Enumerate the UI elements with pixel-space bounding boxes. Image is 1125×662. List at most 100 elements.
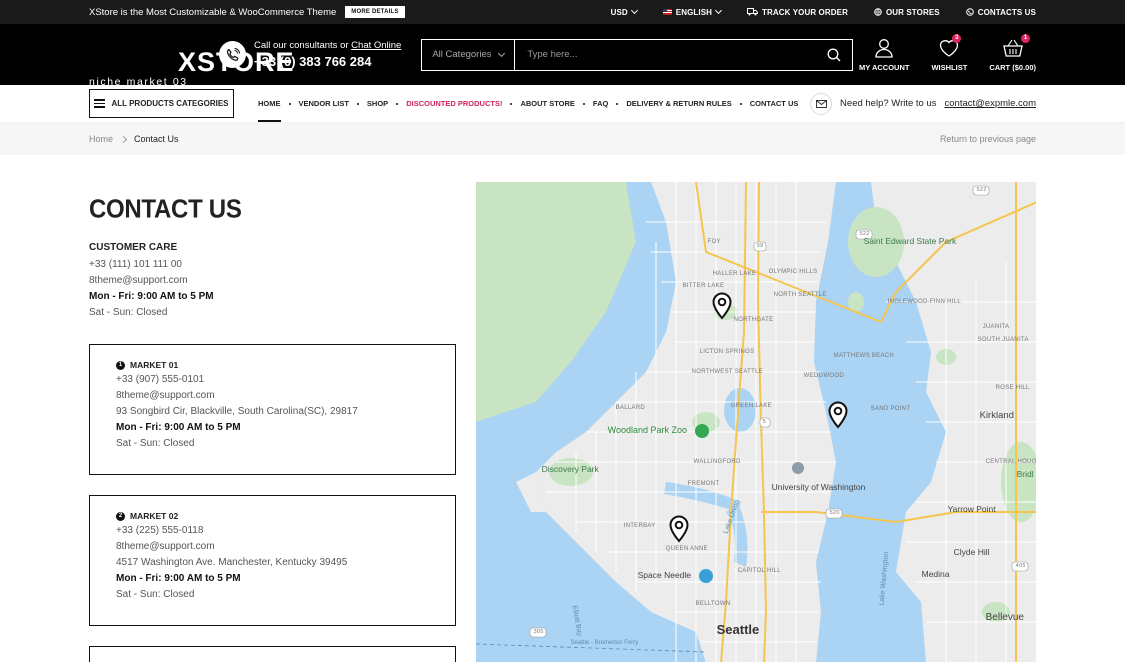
flag-icon [662, 9, 672, 15]
map-pin-icon[interactable] [711, 292, 733, 320]
market-address: 93 Songbird Cir, Blackville, South Carol… [116, 406, 358, 417]
map-label: WALLINGFORD [693, 459, 741, 465]
market-number-badge: 1 [116, 360, 125, 370]
care-email[interactable]: 8theme@support.com [89, 273, 456, 289]
map-label: INTERBAY [623, 523, 656, 529]
search-bar: All Categories [421, 38, 854, 71]
map-label: Medina [921, 569, 950, 579]
page-title: CONTACT US [89, 194, 242, 225]
wishlist-label: WISHLIST [931, 62, 968, 72]
map-label: FREMONT [687, 481, 720, 487]
search-input[interactable] [515, 39, 817, 70]
nav-item-home[interactable]: HOME [252, 85, 287, 122]
map-label: Space Needle [637, 570, 692, 580]
map-label: FOY [707, 239, 721, 245]
language-label: ENGLISH [675, 7, 713, 17]
market-email[interactable]: 8theme@support.com [116, 539, 429, 555]
search-category-select[interactable]: All Categories [422, 39, 516, 70]
market-title: MARKET 02 [130, 511, 179, 521]
map-label: CAPITOL HILL [737, 568, 781, 574]
market-weekend: Sat - Sun: Closed [116, 438, 195, 449]
logo[interactable]: XSTORE niche market 03 [89, 22, 294, 88]
search-category-label: All Categories [432, 49, 492, 60]
map-route-shield: 522 [976, 187, 987, 193]
consult-text: Call our consultants or [254, 40, 349, 51]
nav-item-faq[interactable]: FAQ [587, 85, 614, 122]
all-categories-button[interactable]: ALL PRODUCTS CATEGORIES [89, 89, 234, 118]
map-label: Bridl Trai State [1016, 469, 1036, 479]
market-phone[interactable]: +33 (907) 555-0101 [116, 372, 429, 388]
map-pin-icon[interactable] [668, 515, 690, 543]
market-number-badge: 2 [116, 511, 125, 521]
cart-count-badge: 1 [1021, 33, 1030, 43]
return-previous-link[interactable]: Return to previous page [940, 134, 1036, 144]
track-order-label: TRACK YOUR ORDER [762, 7, 848, 17]
cart-label: CART ($0.00) [989, 62, 1036, 72]
currency-label: USD [610, 7, 628, 17]
our-stores-label: OUR STORES [885, 7, 940, 17]
wishlist-button[interactable]: 3 WISHLIST [931, 33, 968, 72]
track-order-link[interactable]: TRACK YOUR ORDER [747, 8, 848, 17]
market-title: MARKET 01 [130, 360, 179, 370]
store-map[interactable]: 522 522 405 305 520 99 5 Saint Edward St… [475, 182, 1036, 662]
consultant-block: Call our consultants or Chat Online +33 … [219, 40, 401, 69]
contact-info: CONTACT US CUSTOMER CARE +33 (111) 101 1… [89, 182, 456, 662]
map-label: Yarrow Point [947, 504, 996, 514]
truck-icon [747, 8, 759, 16]
market-phone[interactable]: +33 (225) 555-0118 [116, 523, 429, 539]
cart-button[interactable]: 1 CART ($0.00) [989, 33, 1036, 72]
nav-item-about[interactable]: ABOUT STORE [514, 85, 580, 122]
currency-select[interactable]: USD [610, 6, 638, 17]
breadcrumb: Home Contact Us Return to previous page [0, 123, 1125, 155]
map-route-shield: 305 [533, 629, 544, 635]
help-email-link[interactable]: contact@expmle.com [945, 98, 1036, 109]
map-label: SOUTH JUANITA [977, 337, 1029, 343]
my-account-button[interactable]: MY ACCOUNT [859, 38, 909, 72]
nav-item-contact[interactable]: CONTACT US [744, 85, 805, 122]
map-label: SAND POINT [870, 406, 911, 412]
contact-content: CONTACT US CUSTOMER CARE +33 (111) 101 1… [0, 155, 1125, 662]
help-text: Need help? Write to us [840, 98, 937, 109]
chevron-down-icon [498, 49, 506, 57]
phone-number[interactable]: +33 (0) 383 766 284 [254, 54, 401, 69]
care-hours: Mon - Fri: 9:00 AM to 5 PM [89, 291, 214, 302]
care-phone[interactable]: +33 (111) 101 111 00 [89, 257, 456, 273]
map-label: Saint Edward State Park [863, 236, 957, 246]
nav-item-vendor-list[interactable]: VENDOR LIST [293, 85, 355, 122]
nav-item-discounted[interactable]: DISCOUNTED PRODUCTS! [400, 85, 508, 122]
nav-menu: HOME VENDOR LIST SHOP DISCOUNTED PRODUCT… [252, 85, 804, 122]
map-route-shield: 5 [762, 419, 766, 425]
nav-item-delivery[interactable]: DELIVERY & RETURN RULES [620, 85, 737, 122]
search-icon [827, 48, 841, 61]
map-label: MATTHEWS BEACH [833, 353, 895, 359]
market-card: 2 MARKET 02 +33 (225) 555-0118 8theme@sup… [89, 495, 456, 626]
map-label: BITTER LAKE [682, 283, 725, 289]
phone-icon [965, 8, 974, 16]
breadcrumb-current: Contact Us [134, 134, 179, 144]
map-pin-icon[interactable] [827, 401, 849, 429]
phone-icon [219, 41, 246, 68]
chevron-down-icon [630, 6, 638, 15]
chat-online-link[interactable]: Chat Online [351, 40, 401, 51]
search-button[interactable] [816, 40, 852, 70]
language-select[interactable]: ENGLISH [662, 6, 723, 17]
map-label: Kirkland [979, 410, 1014, 421]
map-label: Clyde Hill [953, 547, 990, 557]
our-stores-link[interactable]: OUR STORES [874, 8, 940, 17]
more-details-button[interactable]: MORE DETAILS [345, 6, 405, 18]
map-route-shield: 99 [756, 243, 764, 249]
wishlist-count-badge: 3 [952, 33, 962, 43]
map-label: Bellevue [985, 612, 1024, 623]
market-hours: Mon - Fri: 9:00 AM to 5 PM [116, 422, 241, 433]
map-label: QUEEN ANNE [665, 546, 708, 552]
chevron-right-icon [119, 135, 128, 143]
market-email[interactable]: 8theme@support.com [116, 388, 429, 404]
nav-item-shop[interactable]: SHOP [361, 85, 394, 122]
market-hours: Mon - Fri: 9:00 AM to 5 PM [116, 573, 241, 584]
contacts-link[interactable]: CONTACTS US [965, 8, 1036, 17]
my-account-label: MY ACCOUNT [859, 62, 910, 72]
breadcrumb-home[interactable]: Home [89, 134, 113, 144]
map-label: Seattle [716, 622, 760, 637]
map-label: INGLEWOOD-FINN HILL [887, 299, 961, 305]
map-route-shield: 520 [829, 510, 840, 516]
